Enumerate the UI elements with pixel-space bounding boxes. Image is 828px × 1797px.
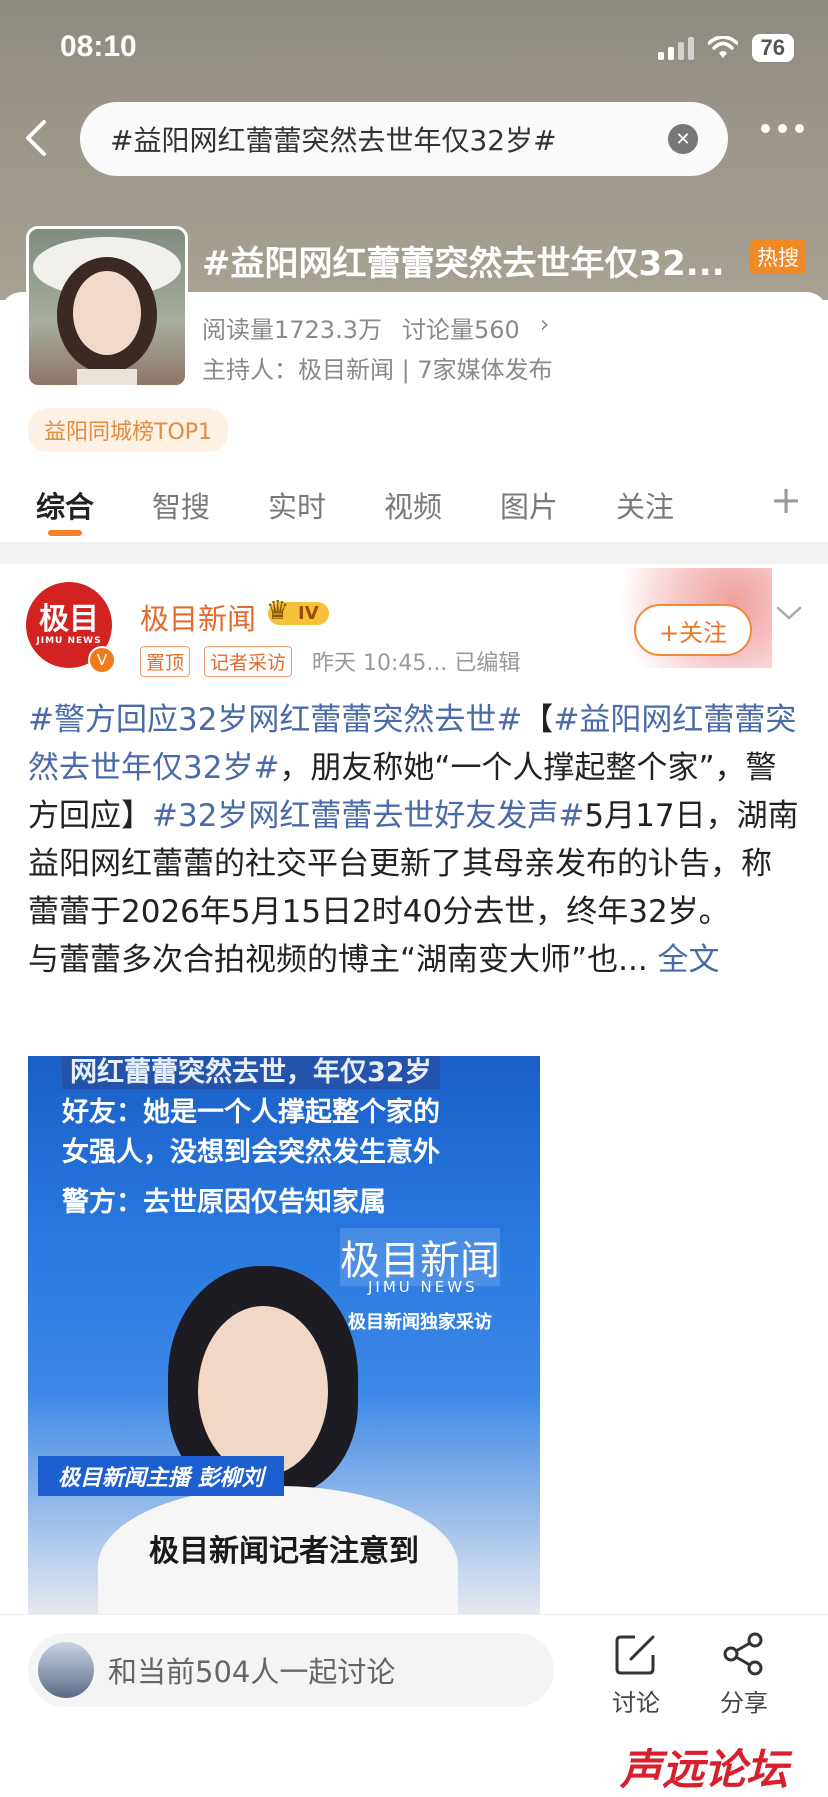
tab-following[interactable]: 关注 [616, 484, 674, 526]
wifi-icon [707, 36, 738, 58]
tab-images[interactable]: 图片 [500, 484, 558, 526]
content-text: 【 [522, 702, 554, 738]
discuss-button[interactable]: 讨论 [612, 1631, 660, 1718]
topic-avatar[interactable] [26, 226, 188, 388]
avatar-logo-text: 极目 [39, 602, 99, 637]
video-text-line: 警方：去世原因仅告知家属 [62, 1187, 386, 1218]
interview-tag: 记者采访 [204, 646, 293, 677]
post-time: 昨天 10:45... 已编辑 [312, 651, 521, 676]
discussion-placeholder: 和当前504人一起讨论 [108, 1655, 396, 1689]
anchor-name-bar: 极目新闻主播 彭柳刘 [38, 1456, 284, 1496]
tab-bar: 综合 智搜 实时 视频 图片 关注 + [0, 478, 828, 538]
forum-watermark: 声远论坛 [620, 1745, 789, 1794]
video-exclusive: 极目新闻独家采访 [348, 1312, 492, 1333]
video-headline: 网红蕾蕾突然去世，年仅32岁 [62, 1056, 440, 1089]
discussion-input[interactable]: 和当前504人一起讨论 [28, 1633, 554, 1707]
discuss-label: 讨论 [612, 1689, 660, 1717]
battery-indicator: 76 [751, 34, 794, 62]
status-time: 08:10 [60, 30, 137, 63]
rank-badge[interactable]: 益阳同城榜TOP1 [28, 408, 229, 452]
video-caption: 极目新闻记者注意到 [149, 1534, 419, 1569]
add-tab-icon[interactable]: + [770, 478, 802, 522]
hashtag-link[interactable]: #警方回应32岁网红蕾蕾突然去世# [28, 702, 522, 738]
back-arrow-icon[interactable] [18, 118, 58, 158]
verified-icon: V [88, 646, 116, 674]
share-label: 分享 [720, 1689, 768, 1717]
more-icon[interactable] [761, 124, 804, 133]
crown-icon: ♛ [266, 596, 290, 626]
hashtag-link[interactable]: #32岁网红蕾蕾去世好友发声# [152, 798, 584, 834]
tab-indicator [48, 530, 82, 536]
share-button[interactable]: 分享 [720, 1631, 768, 1718]
level-text: IV [298, 603, 319, 624]
follow-button[interactable]: +关注 [634, 604, 752, 656]
chevron-right-icon: › [539, 310, 550, 338]
pinned-tag: 置顶 [140, 646, 191, 677]
edit-icon [615, 1635, 655, 1675]
tab-video[interactable]: 视频 [384, 484, 442, 526]
topic-stats[interactable]: 阅读量1723.3万 讨论量560 › [202, 310, 549, 345]
level-badge: ♛ IV [266, 596, 329, 626]
tab-realtime[interactable]: 实时 [268, 484, 326, 526]
search-input[interactable]: #益阳网红蕾蕾突然去世年仅32岁# ✕ [80, 102, 728, 176]
user-avatar [38, 1642, 94, 1698]
avatar-logo-sub: JIMU NEWS [36, 636, 102, 646]
search-query: #益阳网红蕾蕾突然去世年仅32岁# [110, 124, 557, 157]
video-logo-en: JIMU NEWS [368, 1278, 478, 1296]
share-icon [723, 1632, 763, 1676]
post-content: #警方回应32岁网红蕾蕾突然去世#【#益阳网红蕾蕾突然去世年仅32岁#，朋友称她… [28, 696, 802, 984]
video-text-line: 女强人，没想到会突然发生意外 [62, 1137, 440, 1168]
topic-host: 主持人：极目新闻 | 7家媒体发布 [202, 356, 553, 384]
chevron-down-icon[interactable] [776, 604, 802, 624]
content-text: 与蕾蕾多次合拍视频的博主“湖南变大师”也... [28, 942, 648, 978]
read-count: 阅读量1723.3万 [202, 316, 382, 344]
section-divider [0, 542, 828, 564]
author-name[interactable]: 极目新闻 [140, 596, 256, 638]
topic-title: #益阳网红蕾蕾突然去世年仅32... [202, 244, 725, 284]
clear-icon[interactable]: ✕ [668, 124, 698, 154]
full-text-link[interactable]: 全文 [658, 942, 720, 978]
anchor-face [198, 1306, 328, 1476]
status-icons: 76 [657, 34, 794, 62]
tab-overall[interactable]: 综合 [36, 484, 94, 526]
signal-icon [657, 36, 694, 60]
video-thumbnail[interactable]: 网红蕾蕾突然去世，年仅32岁 好友：她是一个人撑起整个家的 女强人，没想到会突然… [28, 1056, 540, 1616]
discussion-count: 讨论量560 [401, 316, 520, 344]
hot-badge: 热搜 [750, 240, 806, 274]
video-text-line: 好友：她是一个人撑起整个家的 [62, 1097, 440, 1128]
tab-smart-search[interactable]: 智搜 [152, 484, 210, 526]
